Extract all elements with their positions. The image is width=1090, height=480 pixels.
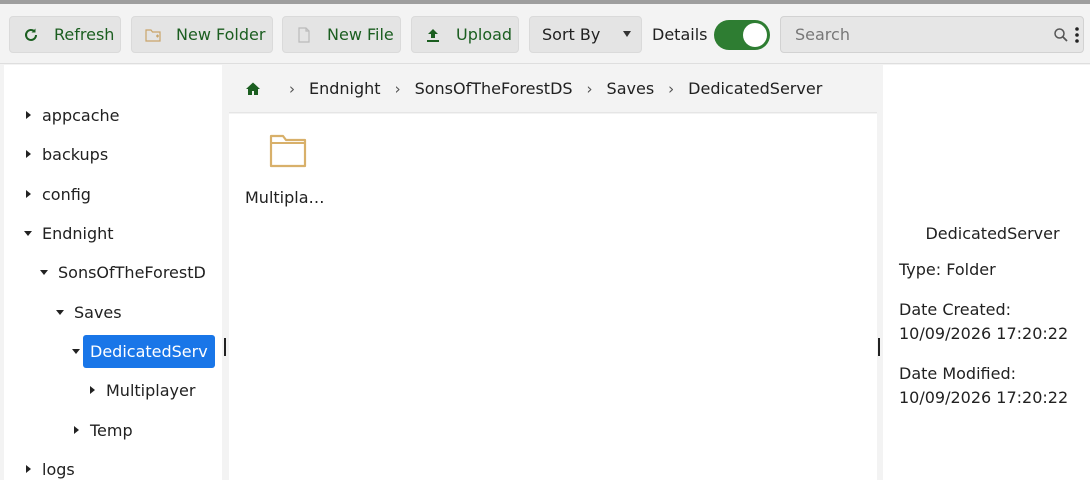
sort-by-label: Sort By <box>542 25 601 44</box>
breadcrumb-separator: › <box>394 79 401 98</box>
collapse-arrow-icon[interactable] <box>36 264 52 280</box>
folder-tree: appcache backups config Endnight SonsOfT… <box>4 65 222 480</box>
tree-item-endnight[interactable]: Endnight <box>20 216 114 250</box>
tree-item-label: Temp <box>90 420 133 440</box>
search-input[interactable] <box>781 17 1041 52</box>
tree-item-label: Endnight <box>42 223 114 243</box>
sort-by-dropdown[interactable]: Sort By <box>529 16 642 53</box>
expand-arrow-icon[interactable] <box>20 146 36 162</box>
search-box <box>780 16 1084 53</box>
details-label: Details <box>652 25 708 44</box>
details-modified-label: Date Modified: <box>899 364 1016 383</box>
details-created-label: Date Created: <box>899 300 1012 319</box>
toggle-knob <box>743 23 767 47</box>
upload-label: Upload <box>456 25 513 44</box>
right-resize-handle[interactable] <box>878 338 880 356</box>
tree-item-appcache[interactable]: appcache <box>20 98 120 132</box>
tree-item-temp[interactable]: Temp <box>68 413 133 447</box>
tree-item-label: SonsOfTheForestD <box>58 262 206 282</box>
new-file-button[interactable]: New File <box>282 16 401 53</box>
new-folder-label: New Folder <box>176 25 266 44</box>
details-created-value: 10/09/2026 17:20:22 <box>899 324 1069 343</box>
refresh-button[interactable]: Refresh <box>9 16 121 53</box>
new-folder-button[interactable]: New Folder <box>131 16 273 53</box>
refresh-label: Refresh <box>54 25 115 44</box>
upload-button[interactable]: Upload <box>411 16 519 53</box>
details-modified-value: 10/09/2026 17:20:22 <box>899 388 1069 407</box>
tree-item-label: DedicatedServ <box>83 334 215 368</box>
new-folder-icon <box>144 26 162 44</box>
file-view: Multipla… <box>229 114 877 480</box>
tree-item-dedicatedserver[interactable]: DedicatedServ <box>68 334 215 368</box>
left-resize-handle[interactable] <box>224 338 226 356</box>
breadcrumb-separator: › <box>586 79 593 98</box>
breadcrumb-item-saves[interactable]: Saves <box>607 79 655 98</box>
tree-item-label: logs <box>42 459 75 479</box>
expand-arrow-icon[interactable] <box>20 186 36 202</box>
tree-item-backups[interactable]: backups <box>20 137 108 171</box>
breadcrumb-item-endnight[interactable]: Endnight <box>309 79 381 98</box>
expand-arrow-icon[interactable] <box>20 461 36 477</box>
expand-arrow-icon[interactable] <box>20 107 36 123</box>
details-toggle[interactable] <box>714 20 770 50</box>
tree-item-multiplayer[interactable]: Multiplayer <box>84 373 195 407</box>
more-options-icon[interactable] <box>1075 26 1079 48</box>
breadcrumb-separator: › <box>668 79 675 98</box>
folder-icon <box>269 134 307 172</box>
details-pane: DedicatedServer Type: Folder Date Create… <box>883 65 1090 480</box>
collapse-arrow-icon[interactable] <box>52 304 68 320</box>
collapse-arrow-icon[interactable] <box>68 343 84 359</box>
home-icon[interactable] <box>245 81 261 97</box>
search-icon[interactable] <box>1053 27 1069 47</box>
tree-item-label: config <box>42 184 91 204</box>
refresh-icon <box>22 26 40 44</box>
collapse-arrow-icon[interactable] <box>20 225 36 241</box>
details-title: DedicatedServer <box>925 224 1060 243</box>
tree-item-label: Multiplayer <box>106 380 196 400</box>
new-file-label: New File <box>327 25 394 44</box>
tree-item-label: appcache <box>42 105 120 125</box>
expand-arrow-icon[interactable] <box>68 422 84 438</box>
breadcrumb: › Endnight › SonsOfTheForestDS › Saves ›… <box>229 65 877 113</box>
breadcrumb-item-sonsoftheforestds[interactable]: SonsOfTheForestDS <box>415 79 573 98</box>
breadcrumb-item-dedicatedserver[interactable]: DedicatedServer <box>688 79 822 98</box>
tree-item-sonsoftheforest[interactable]: SonsOfTheForestD <box>36 255 206 289</box>
tree-item-config[interactable]: config <box>20 177 91 211</box>
file-name: Multipla… <box>245 188 325 207</box>
tree-item-saves[interactable]: Saves <box>52 295 122 329</box>
new-file-icon <box>295 26 313 44</box>
details-type: Type: Folder <box>899 260 996 279</box>
toolbar: Refresh New Folder New File Upload Sort … <box>0 4 1090 64</box>
breadcrumb-separator: › <box>289 79 295 98</box>
tree-item-label: backups <box>42 144 109 164</box>
file-item[interactable]: Multipla… <box>243 134 333 214</box>
tree-item-logs[interactable]: logs <box>20 452 75 480</box>
upload-icon <box>424 26 442 44</box>
tree-item-label: Saves <box>74 302 122 322</box>
expand-arrow-icon[interactable] <box>84 382 100 398</box>
caret-down-icon <box>623 31 631 37</box>
